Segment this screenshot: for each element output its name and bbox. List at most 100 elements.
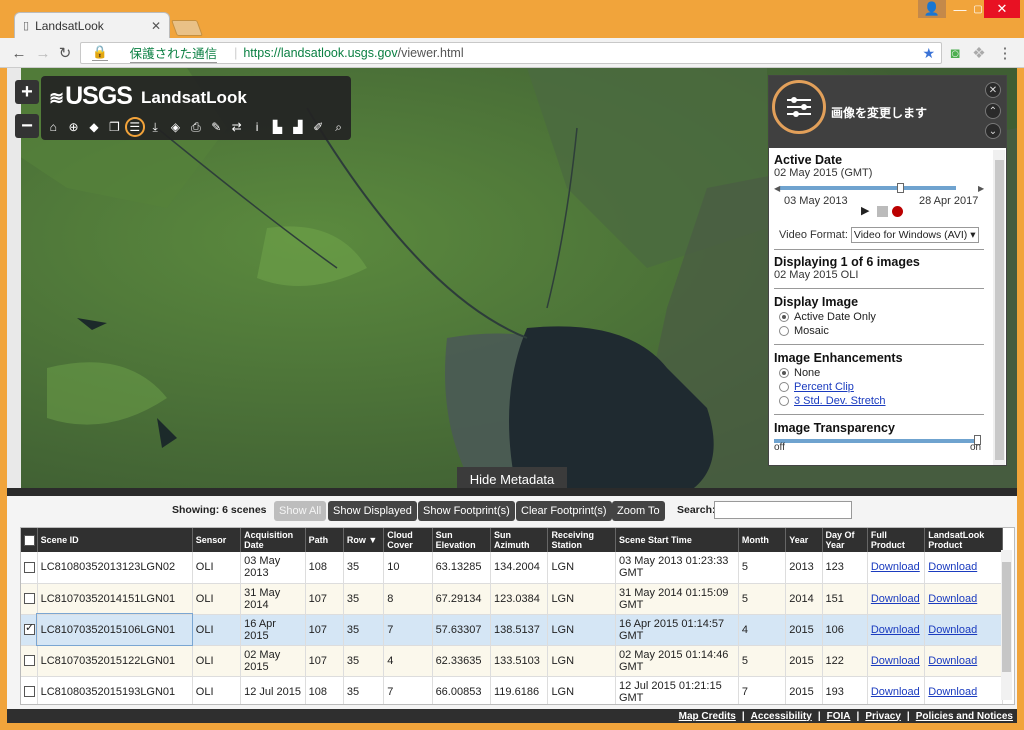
row-checkbox[interactable] [24,593,35,604]
percent-clip-link[interactable]: Percent Clip [794,381,854,393]
stop-icon[interactable] [877,206,888,217]
col-header[interactable]: Acquisition Date [240,528,306,552]
slider-thumb[interactable] [897,183,904,193]
row-checkbox[interactable] [24,655,35,666]
row-select-cell[interactable] [21,676,38,704]
close-window-button[interactable]: ✕ [984,0,1020,18]
bookmark-star-icon[interactable]: ★ [922,45,935,62]
landsatlook-download-link[interactable]: Download [924,676,1003,704]
clear-footprints-button[interactable]: Clear Footprint(s) [516,501,612,521]
col-header[interactable]: Scene Start Time [615,528,739,552]
std-dev-stretch-link[interactable]: 3 Std. Dev. Stretch [794,395,886,407]
full-product-download-link[interactable]: Download [867,645,926,677]
browser-tab[interactable]: ▯ LandsatLook ✕ [14,12,170,38]
row-checkbox[interactable] [24,561,35,573]
panel-scroll-thumb[interactable] [995,160,1004,460]
chevron-down-icon[interactable]: ⌄ [985,123,1001,139]
col-header[interactable]: Day Of Year [822,528,868,552]
url-field[interactable]: 🔒 保護された通信 | https://landsatlook.usgs.gov… [80,42,942,64]
radio-dot[interactable] [779,382,789,392]
layers-copy-icon[interactable]: ❐ [104,117,124,137]
transform-image-icon[interactable]: ☰ [124,117,145,137]
col-header[interactable]: Path [305,528,344,552]
radio-dot[interactable] [779,368,789,378]
table-row[interactable]: LC81080352013123LGN02 OLI 03 May 2013 108 35… [21,552,1003,584]
search-icon[interactable]: ⌕ [328,117,348,137]
zoom-out-button[interactable]: − [15,114,39,138]
row-select-cell[interactable] [21,583,38,615]
row-select-cell[interactable] [21,614,38,646]
row-checkbox[interactable] [24,622,35,635]
target-icon[interactable]: ⊕ [63,117,83,137]
download-arrow-icon[interactable]: ⤓ [145,117,165,137]
col-header[interactable]: Full Product [867,528,926,552]
radio-percent-clip[interactable]: Percent Clip [779,381,984,393]
row-checkbox[interactable] [24,686,35,697]
dropbox-icon[interactable]: ❖ [970,44,988,62]
new-tab-button[interactable] [171,20,203,36]
landsatlook-download-link[interactable]: Download [924,645,1003,677]
zoom-to-button[interactable]: Zoom To [612,501,665,521]
table-row[interactable]: LC81070352015122LGN01 OLI 02 May 2015 107 35… [21,645,1003,677]
foia-link[interactable]: FOIA [827,711,851,722]
show-footprints-button[interactable]: Show Footprint(s) [418,501,515,521]
tag-icon[interactable]: ◆ [84,117,104,137]
row-select-cell[interactable] [21,645,38,677]
close-tab-icon[interactable]: ✕ [151,19,161,33]
profile-icon[interactable]: 👤 [918,0,946,18]
swap-icon[interactable]: ⇄ [227,117,247,137]
policies-link[interactable]: Policies and Notices [916,711,1013,722]
zoom-in-button[interactable]: + [15,80,39,104]
col-header[interactable]: Month [738,528,787,552]
radio-mosaic[interactable]: Mosaic [779,325,984,337]
show-all-button[interactable]: Show All [274,501,327,521]
home-icon[interactable]: ⌂ [43,117,63,137]
full-product-download-link[interactable]: Download [867,583,926,615]
pencil-icon[interactable]: ✎ [206,117,226,137]
date-slider[interactable]: ◀ ▶ [774,181,984,195]
search-input[interactable] [714,501,852,519]
radio-none[interactable]: None [779,367,984,379]
col-header[interactable]: Receiving Station [547,528,616,552]
print-icon[interactable]: ⎙ [186,117,206,137]
col-header[interactable]: LandsatLook Product [924,528,1003,552]
slider-left-arrow-icon[interactable]: ◀ [774,184,780,193]
close-icon[interactable]: ✕ [985,82,1001,98]
table-row[interactable]: LC81070352015106LGN01OLI16 Apr 201510735… [21,613,1003,646]
col-header[interactable]: Cloud Cover [383,528,433,552]
col-header[interactable]: Sun Elevation [432,528,492,552]
full-product-download-link[interactable]: Download [867,676,926,704]
table-scroll-thumb[interactable] [1002,562,1011,672]
col-header-row[interactable]: Row ▼ [343,528,385,552]
play-icon[interactable]: ▶ [861,204,869,217]
map-credits-link[interactable]: Map Credits [679,711,736,722]
video-format-select[interactable]: Video for Windows (AVI) ▾ [850,227,979,243]
edit-icon[interactable]: ✐ [308,117,328,137]
back-arrow-icon[interactable]: ← [10,44,28,62]
accessibility-link[interactable]: Accessibility [751,711,812,722]
transparency-slider[interactable]: off on [774,435,984,453]
radio-std-dev-stretch[interactable]: 3 Std. Dev. Stretch [779,395,984,407]
col-header[interactable]: Sensor [192,528,242,552]
row-select-cell[interactable] [21,552,38,584]
extension-icon[interactable]: ◙ [946,44,964,62]
landsatlook-download-link[interactable]: Download [924,614,1003,646]
radio-active-date-only[interactable]: Active Date Only [779,311,984,323]
slider-right-arrow-icon[interactable]: ▶ [978,184,984,193]
record-icon[interactable] [892,206,903,217]
col-header[interactable]: Year [785,528,823,552]
full-product-download-link[interactable]: Download [867,552,926,584]
col-header[interactable]: Scene ID [37,528,193,552]
info-icon[interactable]: i [247,117,267,137]
radio-dot[interactable] [779,396,789,406]
col-header[interactable]: Sun Azimuth [490,528,549,552]
landsatlook-download-link[interactable]: Download [924,583,1003,615]
forward-arrow-icon[interactable]: → [34,44,52,62]
table-row[interactable]: LC81070352014151LGN01 OLI 31 May 2014 107 35… [21,583,1003,615]
show-displayed-button[interactable]: Show Displayed [328,501,417,521]
table-row[interactable]: LC81080352015193LGN01 OLI 12 Jul 2015 108 35… [21,676,1003,704]
select-all-cell[interactable] [21,528,38,552]
reload-icon[interactable]: ↻ [56,44,74,62]
book-icon[interactable]: ▙ [267,117,287,137]
chevron-up-icon[interactable]: ⌃ [985,103,1001,119]
